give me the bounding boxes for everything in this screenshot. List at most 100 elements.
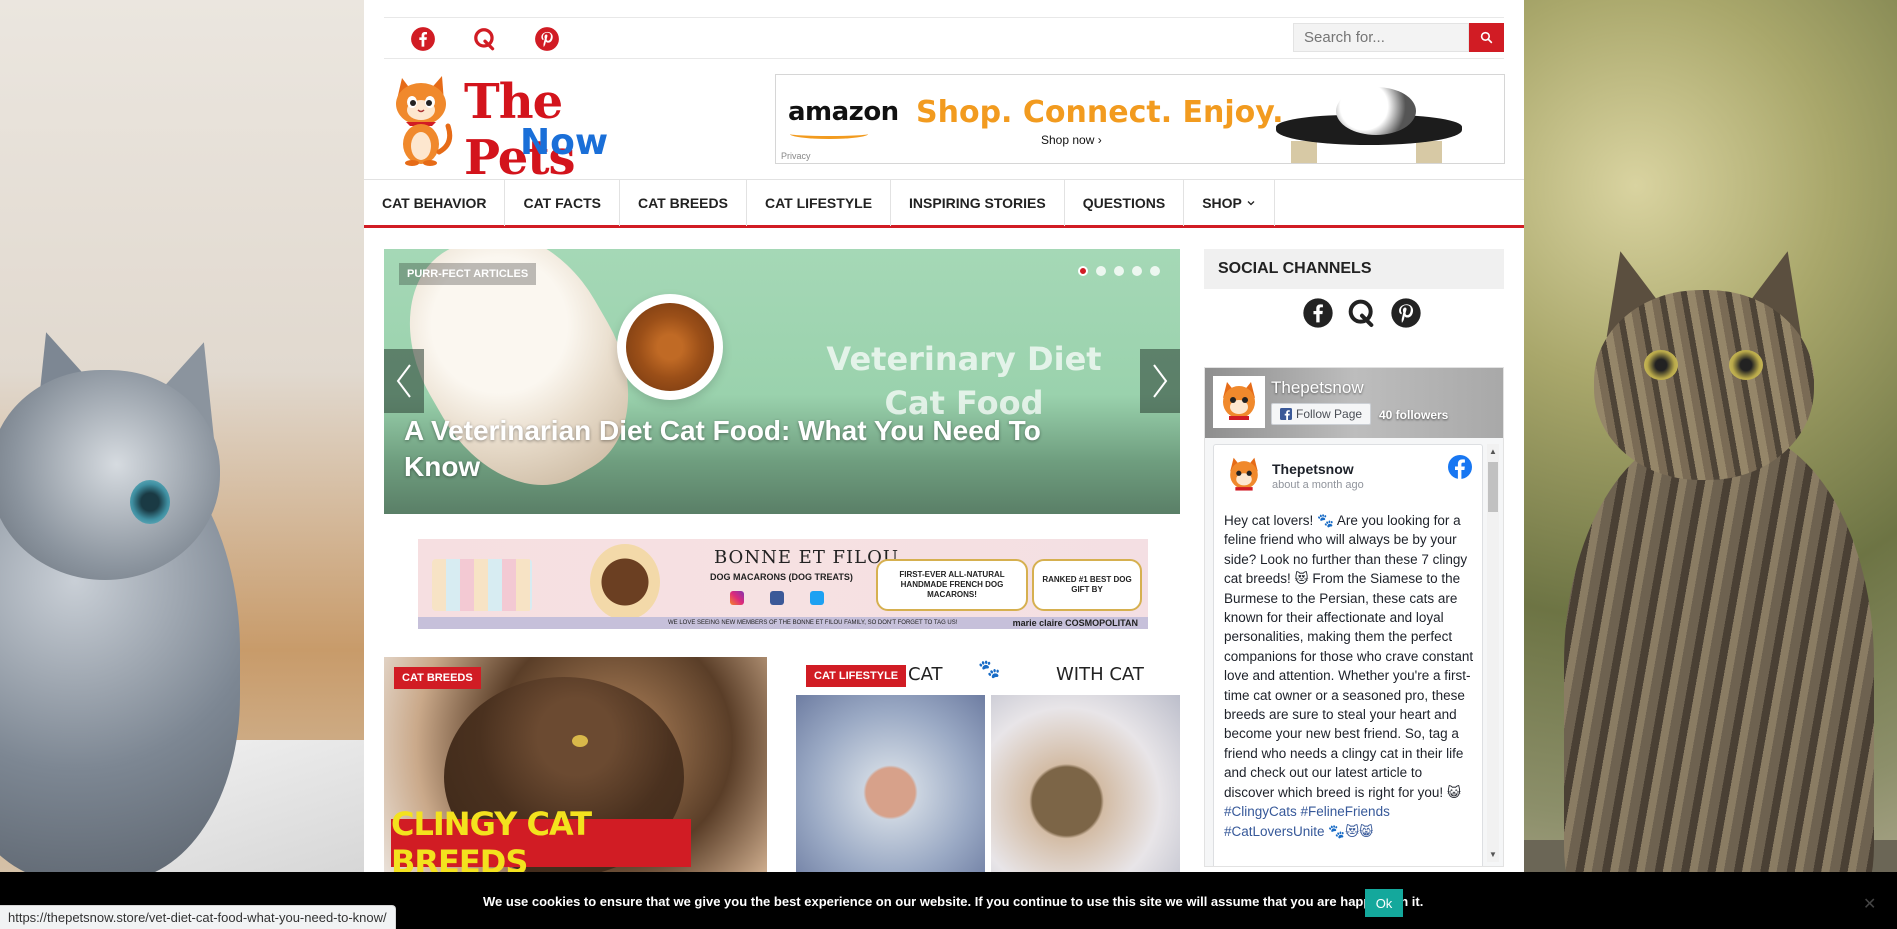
amazon-privacy-link[interactable]: Privacy	[781, 151, 811, 161]
chevron-right-icon	[1153, 364, 1168, 398]
fb-post-hashtags-2[interactable]: #CatLoversUnite 🐾😻😸	[1224, 824, 1373, 839]
slider-dot[interactable]	[1114, 266, 1124, 276]
tabby-eye	[1644, 350, 1678, 380]
fb-followers-count: 40 followers	[1379, 408, 1449, 422]
fb-follow-page-button[interactable]: Follow Page	[1271, 403, 1372, 425]
scroll-down-icon[interactable]: ▼	[1489, 850, 1497, 859]
cat-mascot-icon	[1223, 382, 1255, 420]
bonne-footer-text: WE LOVE SEEING NEW MEMBERS OF THE BONNE …	[668, 620, 958, 626]
facebook-icon[interactable]	[1448, 455, 1472, 484]
bonne-magazine-logos: marie claire COSMOPOLITAN	[1012, 618, 1138, 628]
slider-article-title[interactable]: A Veterinarian Diet Cat Food: What You N…	[404, 413, 1124, 485]
nav-item-cat-facts[interactable]: CAT FACTS	[505, 180, 620, 226]
cat-mascot-icon	[396, 76, 453, 166]
facebook-icon[interactable]	[404, 22, 442, 56]
link-status-bar: https://thepetsnow.store/vet-diet-cat-fo…	[0, 905, 396, 929]
nav-item-questions[interactable]: QUESTIONS	[1065, 180, 1185, 226]
tabby-head	[1594, 290, 1814, 480]
facebook-page-widget: Thepetsnow Follow Page 40 followers Thep…	[1204, 367, 1504, 867]
sidebar-heading: SOCIAL CHANNELS	[1204, 249, 1504, 289]
paw-icon: 🐾	[978, 659, 1001, 679]
cat-bed-post	[1291, 141, 1317, 163]
slider-dot[interactable]	[1150, 266, 1160, 276]
card-image-title-box: CLINGY CAT BREEDS	[391, 805, 691, 872]
fb-scrollbar[interactable]: ▲ ▼	[1487, 444, 1499, 862]
bonne-ranking-box: RANKED #1 BEST DOG GIFT BY	[1032, 559, 1142, 611]
bonne-brand-name: BONNE ET FILOU	[714, 547, 900, 568]
scrollbar-thumb[interactable]	[1488, 462, 1498, 512]
search-button[interactable]	[1469, 23, 1504, 52]
fb-post: Thepetsnow about a month ago Hey cat lov…	[1213, 444, 1483, 866]
background-kitten-photo	[0, 0, 364, 929]
amazon-smile-icon	[790, 129, 868, 139]
fb-post-hashtags[interactable]: #ClingyCats #FelineFriends	[1224, 804, 1390, 819]
fb-post-body: Hey cat lovers! 🐾 Are you looking for a …	[1224, 511, 1474, 841]
cat-mascot-icon	[1230, 457, 1258, 491]
slider-prev-button[interactable]	[384, 349, 424, 413]
slider-next-button[interactable]	[1140, 349, 1180, 413]
header-social-links	[404, 22, 566, 56]
fb-post-time[interactable]: about a month ago	[1272, 479, 1364, 491]
slider-dot[interactable]	[1078, 266, 1088, 276]
bonne-footer-strip: WE LOVE SEEING NEW MEMBERS OF THE BONNE …	[418, 617, 1148, 629]
featured-slider[interactable]: Veterinary Diet Cat Food PURR-FECT ARTIC…	[384, 249, 1180, 514]
slider-category-tag[interactable]: PURR-FECT ARTICLES	[399, 263, 537, 285]
card-image-title: CLINGY CAT BREEDS	[391, 805, 592, 872]
fb-page-name[interactable]: Thepetsnow	[1271, 378, 1364, 398]
fb-page-avatar[interactable]	[1213, 376, 1265, 428]
quora-icon[interactable]	[1344, 295, 1380, 331]
nav-item-cat-breeds[interactable]: CAT BREEDS	[620, 180, 747, 226]
site-logo[interactable]: The Pets Now	[388, 74, 688, 186]
search-input[interactable]	[1293, 23, 1469, 52]
nav-item-cat-lifestyle[interactable]: CAT LIFESTYLE	[747, 180, 892, 226]
slider-dot[interactable]	[1132, 266, 1142, 276]
pinterest-icon[interactable]	[528, 22, 566, 56]
tabby-eye	[1729, 350, 1763, 380]
sleeping-woman-image	[796, 695, 985, 872]
nav-item-shop-label: SHOP	[1202, 195, 1242, 211]
amazon-ad-banner[interactable]: amazon Shop. Connect. Enjoy. Shop now › …	[775, 74, 1505, 164]
card-image-text-left: CAT	[908, 664, 943, 685]
nav-item-inspiring-stories[interactable]: INSPIRING STORIES	[891, 180, 1065, 226]
cat-bed-post	[1416, 141, 1442, 163]
pinterest-icon[interactable]	[1388, 295, 1424, 331]
nav-item-shop[interactable]: SHOP	[1184, 180, 1275, 226]
bonne-claim-box: FIRST-EVER ALL-NATURAL HANDMADE FRENCH D…	[876, 559, 1028, 611]
quora-icon[interactable]	[466, 22, 504, 56]
scroll-up-icon[interactable]: ▲	[1489, 447, 1497, 456]
fb-follow-label: Follow Page	[1296, 407, 1363, 421]
facebook-icon	[1280, 408, 1292, 420]
amazon-logo: amazon	[788, 97, 899, 127]
fb-post-author[interactable]: Thepetsnow	[1272, 461, 1354, 477]
facebook-icon	[770, 591, 784, 605]
dog-macarons-seal-image	[590, 544, 660, 620]
slider-dot[interactable]	[1096, 266, 1106, 276]
slider-image-text: Veterinary Diet Cat Food	[826, 340, 1102, 422]
slider-dots	[1078, 266, 1160, 276]
site-container: The Pets Now amazon Shop. Connect. Enjoy…	[364, 0, 1524, 929]
bonne-social-icons	[730, 591, 824, 605]
macaron-boxes-image	[432, 559, 532, 611]
close-icon[interactable]: ✕	[1863, 894, 1876, 914]
kibble-image	[626, 303, 714, 391]
amazon-shop-now: Shop now ›	[1041, 133, 1102, 147]
kitten-head	[0, 370, 220, 580]
cat-on-bed-image	[1336, 87, 1416, 135]
sleeping-with-cat-image	[991, 695, 1180, 872]
article-card-sleeping-with-cat[interactable]: CAT 🐾 WITH CAT CAT LIFESTYLE	[796, 657, 1180, 872]
facebook-icon[interactable]	[1300, 295, 1336, 331]
kitten-eye	[130, 480, 170, 524]
card-category-tag[interactable]: CAT LIFESTYLE	[806, 665, 907, 687]
nav-item-cat-behavior[interactable]: CAT BEHAVIOR	[364, 180, 506, 226]
card-image-text-right: WITH CAT	[1056, 664, 1144, 685]
bonne-et-filou-ad-banner[interactable]: BONNE ET FILOU DOG MACARONS (DOG TREATS)…	[418, 539, 1148, 629]
twitter-icon	[810, 591, 824, 605]
card-category-tag[interactable]: CAT BREEDS	[394, 667, 481, 689]
cat-eye	[572, 735, 588, 747]
fb-post-avatar[interactable]	[1224, 455, 1264, 495]
search-form	[1293, 23, 1504, 52]
article-card-clingy-cat-breeds[interactable]: CLINGY CAT BREEDS CAT BREEDS	[384, 657, 767, 872]
sidebar-social-links	[1300, 295, 1424, 331]
fb-post-text: Hey cat lovers! 🐾 Are you looking for a …	[1224, 513, 1474, 800]
cookie-ok-button[interactable]: Ok	[1365, 889, 1403, 917]
